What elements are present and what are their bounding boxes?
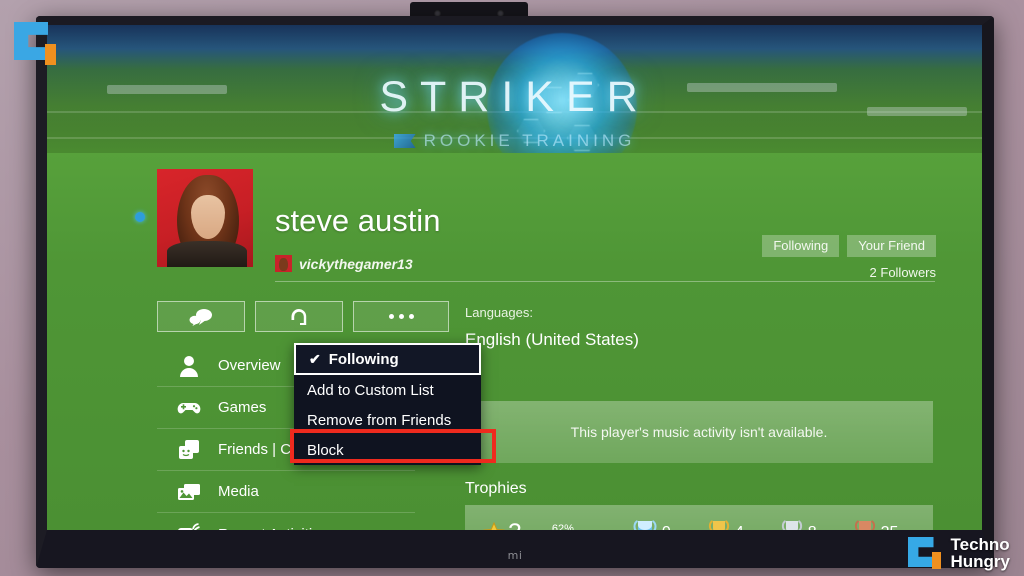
corner-logo-bar-shape [45,44,56,65]
tv-bezel [36,16,994,568]
menu-item-label: Add to Custom List [307,381,434,399]
television: STRIKER ROOKIE TRAINING steve austin vic… [36,16,994,568]
menu-item-block[interactable]: Block [294,435,481,465]
watermark-line-2: Hungry [950,552,1011,571]
corner-logo-g-shape [14,22,48,60]
menu-item-label: Remove from Friends [307,411,452,429]
watermark-text: Techno Hungry [951,536,1011,570]
check-icon: ✔ [309,350,321,367]
watermark-line-1: Techno [950,535,1010,554]
watermark-g-shape [907,537,934,567]
menu-item-label: Block [307,441,344,459]
room-scene: STRIKER ROOKIE TRAINING steve austin vic… [0,0,1024,576]
menu-item-remove-from-friends[interactable]: Remove from Friends [294,405,481,435]
menu-item-add-to-custom-list[interactable]: Add to Custom List [294,375,481,405]
watermark-logo-icon [907,535,946,571]
menu-item-label: Following [328,350,399,368]
friend-options-context-menu[interactable]: ✔ Following Add to Custom List Remove fr… [294,343,481,465]
techno-hungry-corner-logo [14,22,60,66]
menu-item-following[interactable]: ✔ Following [294,343,481,375]
watermark-bar-shape [931,552,941,569]
techno-hungry-watermark: Techno Hungry [907,535,1011,571]
tv-brand-logo: mi [507,549,523,562]
